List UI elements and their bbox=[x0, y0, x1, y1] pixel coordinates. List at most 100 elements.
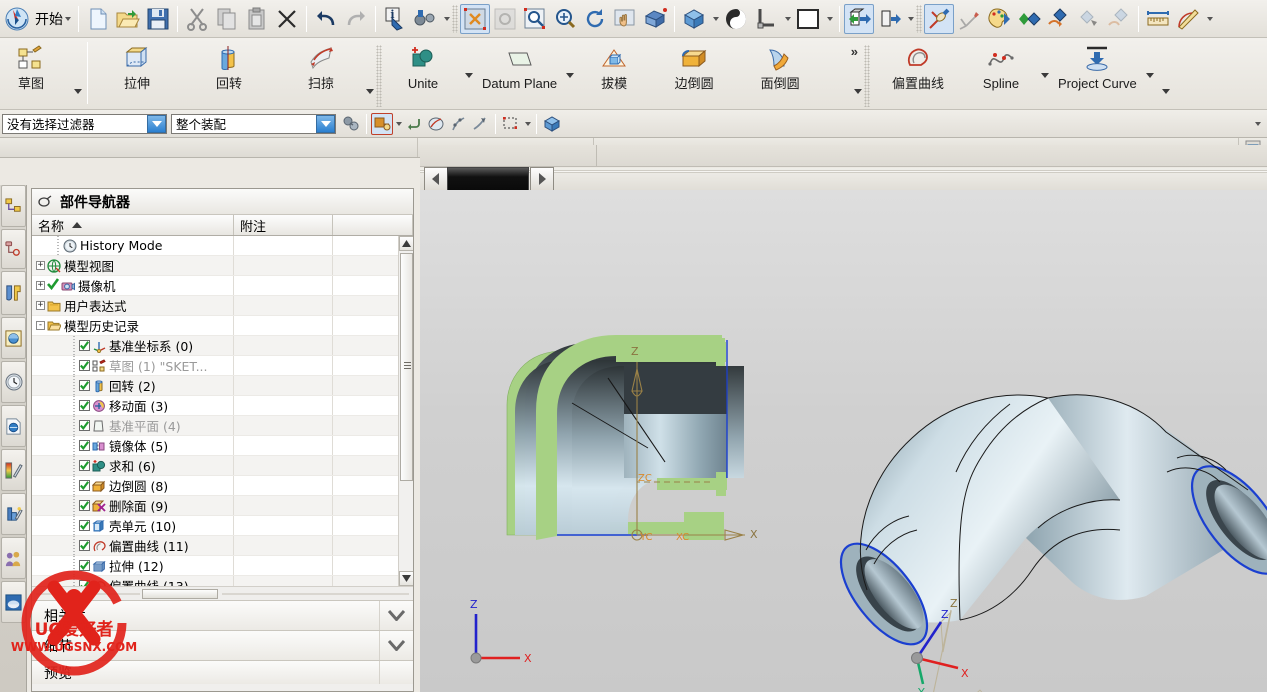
wcs-origin-button[interactable] bbox=[954, 4, 984, 34]
offset-curve-button[interactable]: 偏置曲线 bbox=[872, 42, 964, 91]
spline-button[interactable]: Spline bbox=[964, 42, 1038, 91]
section-details-toggle[interactable] bbox=[379, 631, 413, 660]
project-curve-button[interactable]: Project Curve bbox=[1052, 42, 1143, 91]
tree-row-name-cell[interactable]: 删除面 (9) bbox=[32, 496, 234, 515]
tree-row-name-cell[interactable]: + 模型视图 bbox=[32, 256, 234, 275]
part-navigator-icon[interactable] bbox=[1, 271, 26, 315]
tree-expander[interactable]: + bbox=[36, 301, 45, 310]
feature-suppress-checkbox[interactable] bbox=[79, 440, 90, 451]
tree-row[interactable]: 边倒圆 (8) bbox=[32, 476, 413, 496]
rotate-button[interactable] bbox=[580, 4, 610, 34]
section-details[interactable]: 细节 bbox=[32, 630, 413, 660]
offset-face-button[interactable] bbox=[874, 4, 904, 34]
section-dependencies[interactable]: 相关性 bbox=[32, 600, 413, 630]
ribbon-grip[interactable] bbox=[376, 44, 382, 107]
zoom-region-button[interactable] bbox=[520, 4, 550, 34]
tree-expander[interactable]: + bbox=[36, 281, 45, 290]
part-navigator-tree[interactable]: History Mode + 模型视图 + 摄像机 + 用户表达式 - 模型历史记录 基准坐标系 … bbox=[32, 236, 413, 586]
nx-logo-icon[interactable] bbox=[2, 4, 32, 34]
tree-row[interactable]: 基准平面 (4) bbox=[32, 416, 413, 436]
orient-view-button[interactable] bbox=[679, 4, 709, 34]
unite-button[interactable]: Unite bbox=[384, 42, 462, 91]
wcs-dropdown[interactable] bbox=[781, 4, 793, 34]
background-color-button[interactable] bbox=[793, 4, 823, 34]
scrollbar-thumb[interactable] bbox=[400, 253, 413, 481]
measure-dropdown[interactable] bbox=[1203, 4, 1215, 34]
face-blend-button[interactable]: 面倒圆 bbox=[737, 42, 823, 91]
wcs-dynamics-button[interactable] bbox=[924, 3, 954, 34]
copy-button[interactable] bbox=[212, 4, 242, 34]
feature-suppress-checkbox[interactable] bbox=[79, 540, 90, 551]
viewport-scroll-left-button[interactable] bbox=[424, 167, 448, 191]
feature-suppress-checkbox[interactable] bbox=[79, 460, 90, 471]
face-selection-button[interactable] bbox=[371, 112, 393, 135]
curve-rule-button[interactable] bbox=[447, 113, 469, 135]
tree-row[interactable]: 偏置曲线 (13) bbox=[32, 576, 413, 586]
tree-row-name-cell[interactable]: 偏置曲线 (11) bbox=[32, 536, 234, 555]
analysis-dropdown[interactable] bbox=[440, 4, 452, 34]
rectangle-select-button[interactable] bbox=[500, 113, 522, 135]
perspective-button[interactable] bbox=[640, 4, 670, 34]
wcs-display-button[interactable] bbox=[751, 4, 781, 34]
sweep-button[interactable]: 扫掠 bbox=[275, 42, 367, 91]
stop-at-intersection-button[interactable] bbox=[469, 113, 491, 135]
tree-row[interactable]: 壳单元 (10) bbox=[32, 516, 413, 536]
ribbon-grip[interactable] bbox=[864, 44, 870, 107]
datum-plane-dropdown[interactable] bbox=[563, 60, 577, 90]
save-button[interactable] bbox=[143, 4, 173, 34]
roles-wand-icon[interactable] bbox=[1, 449, 26, 491]
measure-distance-button[interactable] bbox=[1143, 4, 1173, 34]
tree-row-name-cell[interactable]: + 摄像机 bbox=[32, 276, 234, 295]
tree-row[interactable]: 镜像体 (5) bbox=[32, 436, 413, 456]
assembly-scope-dropdown-button[interactable] bbox=[316, 114, 335, 133]
show-hide-button[interactable] bbox=[1014, 4, 1044, 34]
tree-expander[interactable]: - bbox=[36, 321, 45, 330]
background-dropdown[interactable] bbox=[823, 4, 835, 34]
reverse-direction-button[interactable] bbox=[403, 113, 425, 135]
section-preview-toggle[interactable] bbox=[379, 661, 413, 684]
scroll-down-button[interactable] bbox=[399, 571, 413, 586]
tree-row-name-cell[interactable]: 回转 (2) bbox=[32, 376, 234, 395]
feature-group-overflow[interactable] bbox=[366, 89, 374, 108]
feature-suppress-checkbox[interactable] bbox=[79, 420, 90, 431]
tree-expander[interactable]: + bbox=[36, 261, 45, 270]
tree-row-name-cell[interactable]: 边倒圆 (8) bbox=[32, 476, 234, 495]
tree-row-name-cell[interactable]: - 模型历史记录 bbox=[32, 316, 234, 335]
edge-blend-button[interactable]: 边倒圆 bbox=[651, 42, 737, 91]
section-preview[interactable]: 预览 bbox=[32, 660, 413, 684]
column-header-name[interactable]: 名称 bbox=[32, 215, 234, 235]
cut-button[interactable] bbox=[182, 4, 212, 34]
tree-row-name-cell[interactable]: 偏置曲线 (13) bbox=[32, 576, 234, 586]
tree-row-name-cell[interactable]: 草图 (1) "SKET... bbox=[32, 356, 234, 375]
visible-check-icon[interactable] bbox=[47, 278, 60, 293]
hide-button[interactable] bbox=[1044, 4, 1074, 34]
face-tools-dropdown[interactable] bbox=[904, 4, 916, 34]
tree-row[interactable]: 草图 (1) "SKET... bbox=[32, 356, 413, 376]
tree-row[interactable]: + 摄像机 bbox=[32, 276, 413, 296]
ie-browser-icon[interactable] bbox=[1, 405, 26, 447]
feature-suppress-checkbox[interactable] bbox=[79, 360, 90, 371]
scroll-up-button[interactable] bbox=[399, 236, 413, 251]
tree-vertical-scrollbar[interactable] bbox=[398, 236, 413, 586]
tree-row-name-cell[interactable]: 求和 (6) bbox=[32, 456, 234, 475]
viewport-scroll-thumb[interactable] bbox=[447, 167, 529, 191]
tree-horizontal-scrollbar[interactable] bbox=[32, 586, 413, 600]
assembly-navigator-icon[interactable] bbox=[1, 185, 26, 227]
project-curve-dropdown[interactable] bbox=[1143, 60, 1157, 90]
unite-dropdown[interactable] bbox=[462, 60, 476, 90]
tree-row[interactable]: 回转 (2) bbox=[32, 376, 413, 396]
delete-button[interactable] bbox=[272, 4, 302, 34]
tree-row-name-cell[interactable]: 镜像体 (5) bbox=[32, 436, 234, 455]
assembly-scope-combo[interactable]: 整个装配 bbox=[171, 113, 336, 134]
tree-row[interactable]: 拉伸 (12) bbox=[32, 556, 413, 576]
analysis-button[interactable] bbox=[410, 4, 440, 34]
feature-suppress-checkbox[interactable] bbox=[79, 400, 90, 411]
pan-button[interactable] bbox=[610, 4, 640, 34]
paste-button[interactable] bbox=[242, 4, 272, 34]
boolean-group-overflow[interactable] bbox=[854, 89, 862, 108]
show-all-button[interactable] bbox=[1104, 4, 1134, 34]
tree-row[interactable]: 偏置曲线 (11) bbox=[32, 536, 413, 556]
constraint-navigator-icon[interactable] bbox=[1, 229, 26, 269]
boolean-group-more[interactable]: » bbox=[851, 44, 858, 59]
fit-view-button[interactable] bbox=[460, 3, 490, 34]
